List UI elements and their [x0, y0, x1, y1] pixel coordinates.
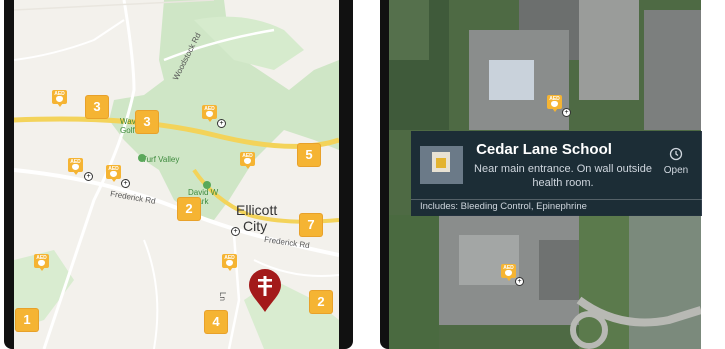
park-icon: [203, 181, 211, 189]
plus-badge-icon: +: [231, 227, 240, 236]
cross-pin-icon[interactable]: [247, 268, 283, 314]
callout-divider: [411, 199, 702, 200]
aed-marker[interactable]: AED: [34, 254, 49, 273]
plus-badge-icon: +: [121, 179, 130, 188]
heart-icon: [551, 101, 558, 107]
aed-cluster-marker[interactable]: 2: [310, 291, 332, 313]
aed-marker[interactable]: AED: [547, 95, 562, 114]
city-label-line1: Ellicott: [236, 202, 278, 218]
hours-status: Open: [663, 165, 689, 176]
aed-cluster-marker[interactable]: 3: [86, 96, 108, 118]
aed-marker[interactable]: AED: [52, 90, 67, 109]
location-description: Near main entrance. On wall outside heal…: [474, 163, 652, 189]
heart-icon: [110, 171, 117, 177]
street-map-graphic: [14, 0, 339, 349]
aed-cluster-marker[interactable]: 5: [298, 144, 320, 166]
heart-icon: [505, 270, 512, 276]
heart-icon: [244, 158, 251, 164]
plus-badge-icon: +: [84, 172, 93, 181]
road: [14, 19, 125, 61]
aed-marker[interactable]: AED: [501, 264, 516, 283]
aed-marker[interactable]: AED: [68, 158, 83, 177]
aed-cluster-marker[interactable]: 4: [205, 311, 227, 333]
left-map-view[interactable]: Woodstock Rd Frederick Rd Frederick Rd E…: [14, 0, 339, 349]
hours-button[interactable]: Open: [658, 147, 694, 176]
plus-badge-icon: +: [217, 119, 226, 128]
plus-badge-icon: +: [562, 108, 571, 117]
aed-marker[interactable]: AED: [106, 165, 121, 184]
aed-cluster-marker[interactable]: 7: [300, 214, 322, 236]
city-label-line2: City: [243, 218, 268, 234]
heart-icon: [56, 96, 63, 102]
aed-marker[interactable]: AED: [222, 254, 237, 273]
turf-valley-label: Turf Valley: [142, 155, 180, 164]
location-callout[interactable]: Cedar Lane School Near main entrance. On…: [411, 131, 702, 216]
golf-label-line2: Golf: [120, 126, 135, 135]
heart-icon: [72, 164, 79, 170]
aed-marker[interactable]: AED: [202, 105, 217, 124]
aed-cluster-marker[interactable]: 1: [16, 309, 38, 331]
plus-badge-icon: +: [515, 277, 524, 286]
road: [227, 234, 241, 349]
aed-cluster-marker[interactable]: 2: [178, 198, 200, 220]
road-label: Ln: [217, 292, 227, 301]
aed-marker[interactable]: AED: [240, 152, 255, 171]
heart-icon: [206, 111, 213, 117]
road: [143, 239, 159, 349]
includes-text: Includes: Bleeding Control, Epinephrine: [420, 201, 587, 212]
clock-icon: [669, 147, 683, 161]
aed-cluster-marker[interactable]: 3: [136, 111, 158, 133]
location-title: Cedar Lane School: [476, 141, 612, 158]
heart-icon: [226, 260, 233, 266]
park-label-line1: David W: [188, 188, 219, 197]
park-icon: [138, 154, 146, 162]
heart-icon: [38, 260, 45, 266]
